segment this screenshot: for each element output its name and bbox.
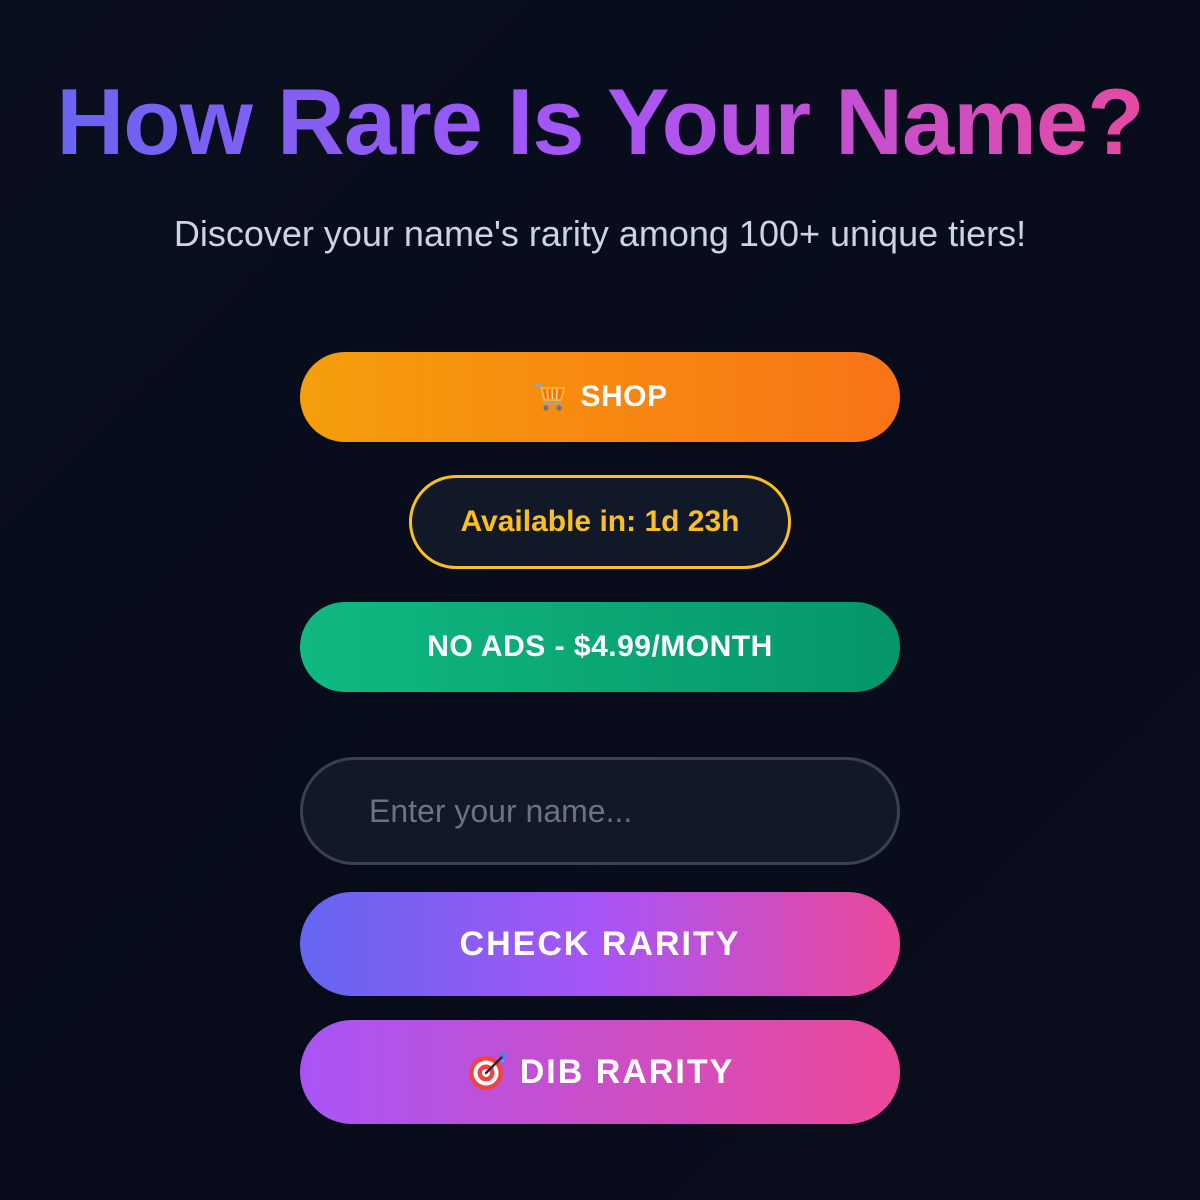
page: How Rare Is Your Name? Discover your nam… <box>0 0 1200 1200</box>
availability-timer: Available in: 1d 23h <box>409 475 791 569</box>
dib-rarity-button[interactable]: DIB RARITY <box>300 1020 900 1124</box>
shopping-cart-icon <box>532 379 568 415</box>
page-title: How Rare Is Your Name? <box>0 62 1200 182</box>
page-subtitle: Discover your name's rarity among 100+ u… <box>173 213 1027 254</box>
target-icon <box>466 1051 508 1093</box>
shop-button-label: SHOP <box>580 380 668 413</box>
dib-rarity-button-label: DIB RARITY <box>519 1052 735 1091</box>
no-ads-button[interactable]: NO ADS - $4.99/MONTH <box>300 602 900 692</box>
availability-timer-label: Available in: 1d 23h <box>460 505 740 538</box>
shop-button[interactable]: SHOP <box>300 352 900 442</box>
name-input[interactable] <box>300 757 900 865</box>
check-rarity-button-label: CHECK RARITY <box>459 924 741 963</box>
no-ads-button-label: NO ADS - $4.99/MONTH <box>427 630 773 663</box>
check-rarity-button[interactable]: CHECK RARITY <box>300 892 900 996</box>
